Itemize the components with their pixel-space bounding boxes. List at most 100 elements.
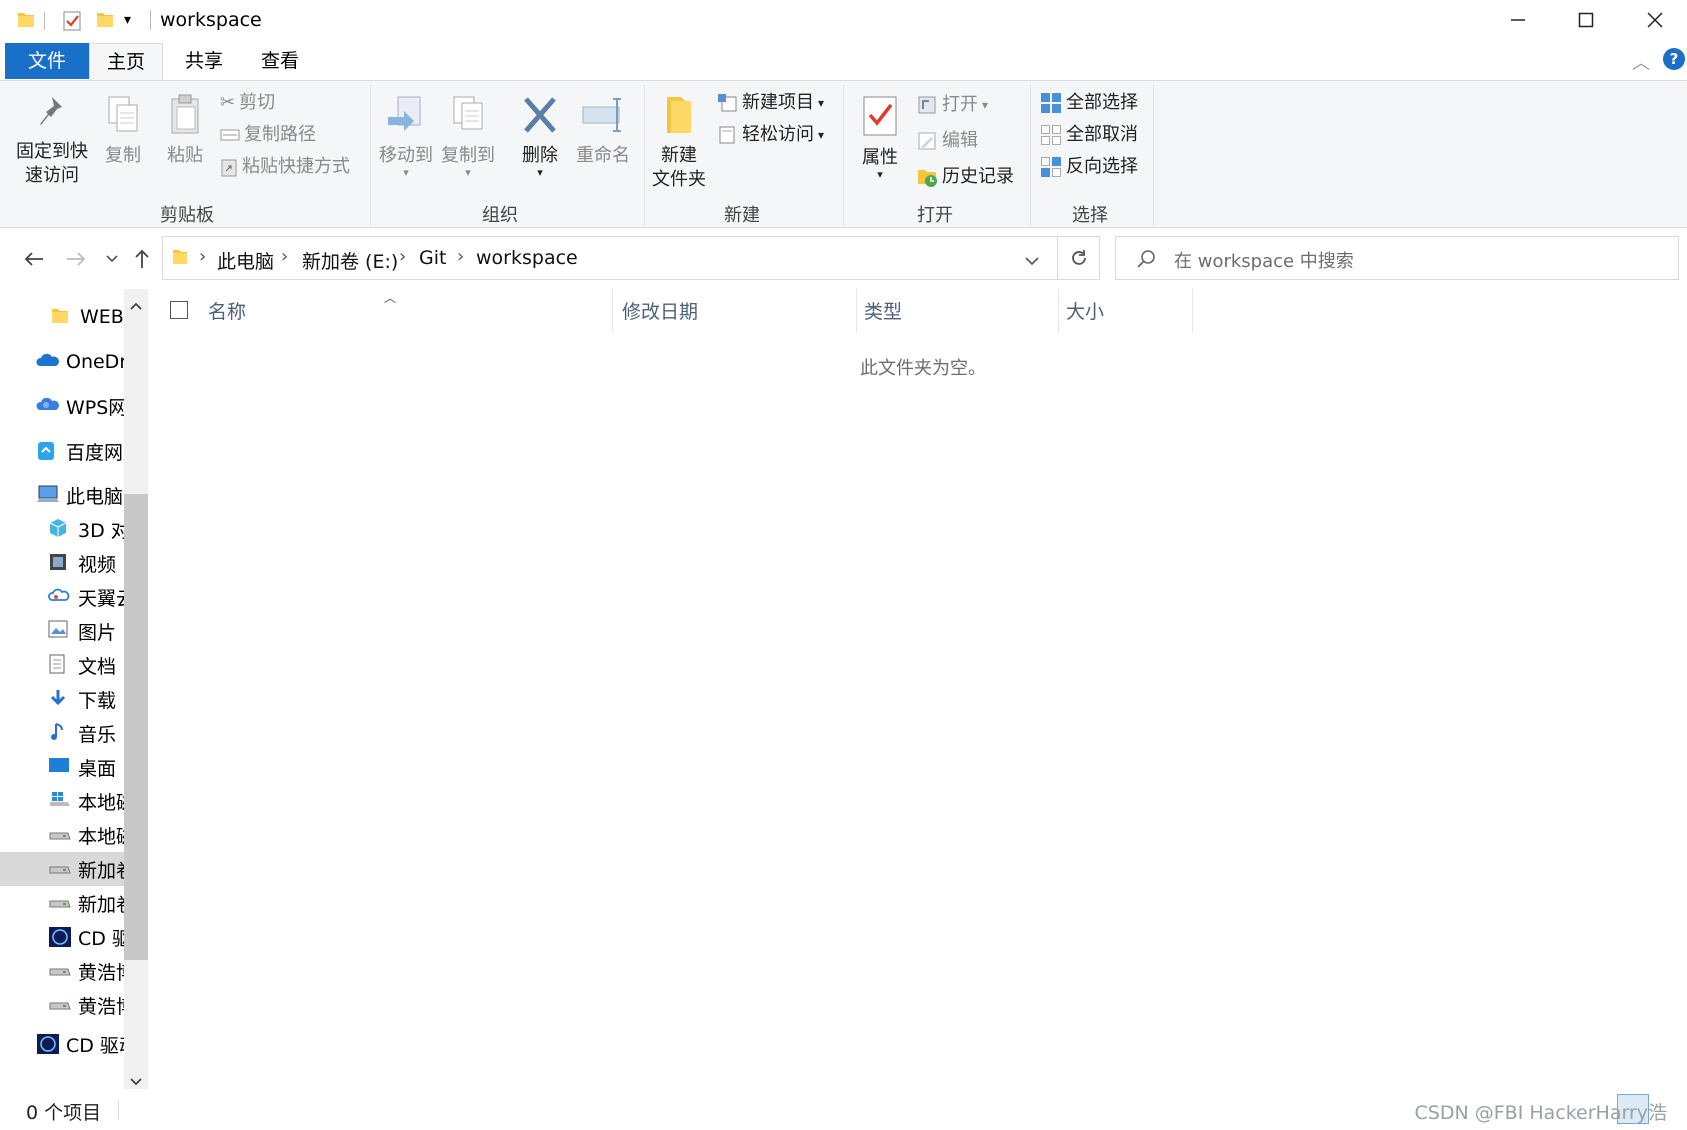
column-header-modified[interactable]: 修改日期	[622, 297, 698, 327]
recent-locations-button[interactable]	[96, 241, 128, 277]
edit-button[interactable]: 编辑	[916, 127, 978, 155]
help-icon[interactable]: ?	[1663, 48, 1685, 70]
back-arrow-icon	[24, 252, 43, 266]
sidebar-item[interactable]: 新加卷	[0, 886, 124, 920]
sidebar-item[interactable]: 视频	[0, 546, 124, 580]
close-button[interactable]	[1620, 0, 1687, 40]
column-divider[interactable]	[612, 289, 613, 333]
scissors-icon: ✂	[220, 92, 236, 113]
collapse-ribbon-icon[interactable]: ︿	[1632, 49, 1650, 75]
up-button[interactable]	[126, 241, 158, 277]
column-divider[interactable]	[1192, 289, 1193, 333]
divider	[118, 1100, 119, 1120]
sidebar-item[interactable]: 天翼云盘	[0, 580, 124, 614]
sidebar-item[interactable]: 音乐	[0, 716, 124, 750]
breadcrumb-item[interactable]: 此电脑	[217, 247, 274, 274]
new-item-button[interactable]: 新建项目 ▾	[716, 89, 824, 117]
nav-scrollbar-thumb[interactable]	[124, 494, 148, 960]
search-box[interactable]: 在 workspace 中搜索	[1115, 236, 1679, 280]
folder-icon[interactable]	[16, 10, 36, 34]
sidebar-item[interactable]: 黄浩博	[0, 954, 124, 988]
sidebar-item[interactable]: 下载	[0, 682, 124, 716]
open-label: 打开	[942, 94, 978, 115]
breadcrumb-chevron-icon[interactable]: ›	[281, 246, 288, 267]
sidebar-item[interactable]: 百度网盘	[0, 434, 124, 468]
copy-path-button[interactable]: 复制路径	[220, 121, 316, 149]
forward-button[interactable]	[60, 241, 92, 277]
invert-selection-label: 反向选择	[1066, 156, 1138, 177]
breadcrumb-chevron-icon[interactable]: ›	[199, 246, 206, 267]
select-all-checkbox[interactable]	[170, 301, 188, 319]
ribbon: 固定到快 速访问 复制 粘贴 ✂ 剪切 复制路径 粘贴快捷方式 剪贴板 移动到 …	[0, 80, 1687, 228]
address-bar[interactable]: › 此电脑 › 新加卷 (E:) › Git › workspace	[162, 236, 1058, 280]
sidebar-item[interactable]: 本地磁盘	[0, 818, 124, 852]
back-button[interactable]	[18, 241, 50, 277]
sidebar-item[interactable]: 图片	[0, 614, 124, 648]
sidebar-item-label: 音乐	[78, 723, 117, 746]
sidebar-item-label: 视频	[78, 553, 117, 576]
breadcrumb-item[interactable]: Git	[419, 247, 446, 269]
open-button[interactable]: 打开 ▾	[916, 91, 988, 119]
sidebar-item[interactable]: 3D 对象	[0, 512, 124, 546]
group-label-open: 打开	[917, 205, 953, 226]
paste-button[interactable]: 粘贴	[160, 93, 210, 168]
customize-quick-access-icon[interactable]: ▾	[124, 12, 131, 28]
sidebar-item[interactable]: CD 驱动器	[0, 920, 124, 954]
address-history-dropdown-icon[interactable]	[1025, 251, 1039, 270]
sidebar-item-label: 黄浩博	[78, 995, 124, 1018]
tab-file[interactable]: 文件	[5, 43, 89, 79]
scroll-down-icon[interactable]	[130, 1071, 142, 1089]
invert-selection-button[interactable]: 反向选择	[1040, 153, 1138, 181]
tab-home[interactable]: 主页	[89, 43, 163, 80]
breadcrumb-item[interactable]: 新加卷 (E:)	[302, 247, 398, 274]
tab-share[interactable]: 共享	[170, 43, 238, 79]
group-label-organize: 组织	[482, 205, 518, 226]
select-none-icon	[1041, 125, 1061, 145]
delete-x-icon	[524, 97, 556, 133]
sidebar-item[interactable]: 此电脑	[0, 478, 124, 512]
copy-to-button[interactable]: 复制到 ▾	[438, 93, 498, 178]
sidebar-item[interactable]: CD 驱动器	[0, 1027, 124, 1061]
cut-button[interactable]: ✂ 剪切	[220, 89, 275, 117]
properties-button[interactable]: 属性 ▾	[852, 93, 908, 180]
minimize-button[interactable]	[1483, 0, 1553, 40]
breadcrumb-chevron-icon[interactable]: ›	[399, 246, 406, 267]
sidebar-item[interactable]: 黄浩博	[0, 988, 124, 1022]
column-header-name[interactable]: 名称	[208, 297, 246, 327]
new-folder-button[interactable]: 新建 文件夹	[648, 93, 710, 192]
properties-check-icon[interactable]	[62, 10, 82, 36]
sidebar-item[interactable]: OneDrive	[0, 345, 124, 379]
column-divider[interactable]	[856, 289, 857, 333]
rename-button[interactable]: 重命名	[572, 93, 634, 168]
maximize-button[interactable]	[1551, 0, 1621, 40]
delete-button[interactable]: 删除 ▾	[512, 93, 568, 178]
sidebar-item[interactable]: 本地磁盘	[0, 784, 124, 818]
cut-label: 剪切	[239, 92, 276, 113]
sidebar-item[interactable]: 新加卷	[0, 852, 124, 886]
copy-button[interactable]: 复制	[98, 93, 148, 168]
sidebar-item[interactable]: 桌面	[0, 750, 124, 784]
pin-to-quick-access-button[interactable]: 固定到快 速访问	[12, 93, 92, 188]
column-header-type[interactable]: 类型	[864, 297, 902, 327]
tab-view[interactable]: 查看	[246, 43, 314, 79]
paste-icon	[171, 94, 199, 134]
paste-shortcut-button[interactable]: 粘贴快捷方式	[220, 153, 350, 181]
breadcrumb-chevron-icon[interactable]: ›	[457, 246, 464, 267]
easy-access-button[interactable]: 轻松访问 ▾	[716, 121, 824, 149]
breadcrumb-item[interactable]: workspace	[476, 247, 578, 269]
select-none-button[interactable]: 全部取消	[1040, 121, 1138, 149]
sidebar-item[interactable]: WPS网盘	[0, 389, 124, 423]
sidebar-item[interactable]: WEB	[0, 300, 124, 334]
column-divider[interactable]	[1058, 289, 1059, 333]
select-all-button[interactable]: 全部选择	[1040, 89, 1138, 117]
column-header-size[interactable]: 大小	[1066, 297, 1104, 327]
move-to-button[interactable]: 移动到 ▾	[376, 93, 436, 178]
refresh-button[interactable]	[1058, 236, 1100, 280]
new-folder-icon[interactable]	[95, 10, 115, 34]
history-button[interactable]: 历史记录	[916, 163, 1014, 191]
3d-objects-icon	[48, 518, 72, 540]
open-icon	[918, 96, 936, 114]
sidebar-item[interactable]: 文档	[0, 648, 124, 682]
divider	[44, 12, 45, 30]
scroll-up-icon[interactable]	[130, 295, 142, 314]
